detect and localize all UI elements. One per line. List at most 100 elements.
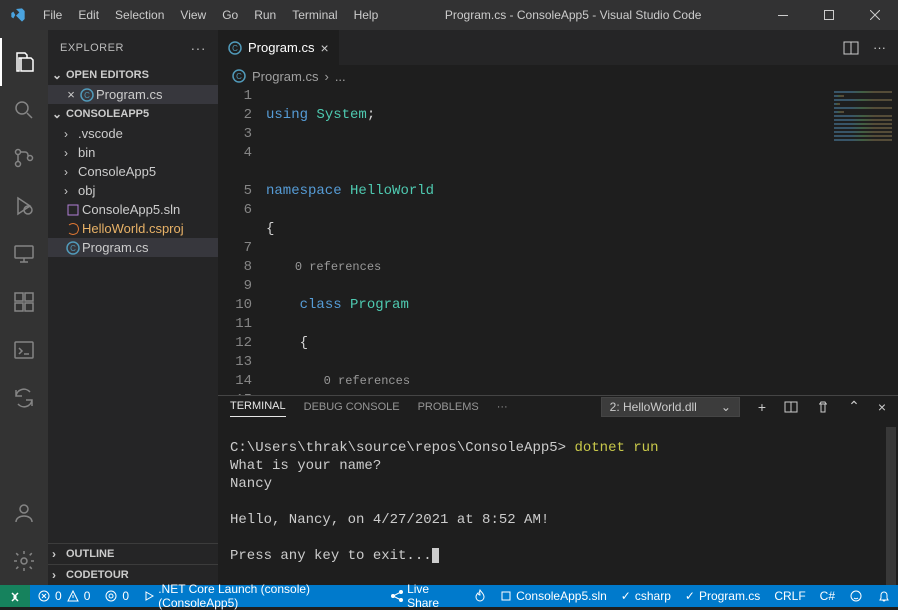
explorer-icon[interactable] (0, 38, 48, 86)
folder-vscode[interactable]: ›.vscode (48, 124, 218, 143)
tab-more[interactable]: ··· (497, 397, 508, 417)
close-panel-icon[interactable]: × (878, 399, 886, 415)
remote-indicator[interactable] (0, 585, 30, 607)
status-feedback-icon[interactable] (842, 585, 870, 607)
explorer-sidebar: EXPLORER ··· ⌄ OPEN EDITORS × C Program.… (48, 30, 218, 585)
minimap[interactable] (828, 87, 898, 395)
sync-icon[interactable] (0, 374, 48, 422)
codelens[interactable]: 0 references (324, 374, 410, 388)
tab-terminal[interactable]: TERMINAL (230, 396, 286, 417)
chevron-down-icon: ⌄ (52, 68, 66, 82)
close-icon[interactable]: × (64, 87, 78, 102)
menu-terminal[interactable]: Terminal (284, 8, 345, 22)
status-solution[interactable]: ConsoleApp5.sln (493, 585, 614, 607)
tab-debug-console[interactable]: DEBUG CONSOLE (304, 397, 400, 417)
open-editor-item[interactable]: × C Program.cs (48, 85, 218, 104)
status-live-share[interactable]: Live Share (383, 585, 467, 607)
csharp-file-icon: C (228, 41, 242, 55)
project-label: CONSOLEAPP5 (66, 108, 149, 120)
outline-label: OUTLINE (66, 548, 114, 560)
status-ports[interactable]: 0 (97, 585, 136, 607)
menu-run[interactable]: Run (246, 8, 284, 22)
account-icon[interactable] (0, 489, 48, 537)
open-editors-label: OPEN EDITORS (66, 69, 149, 81)
tree-label: obj (78, 183, 95, 198)
minimize-button[interactable] (760, 0, 806, 30)
tab-program-cs[interactable]: C Program.cs × (218, 30, 340, 65)
csharp-file-icon: C (64, 241, 82, 255)
chevron-down-icon: ⌄ (52, 107, 66, 121)
tab-problems[interactable]: PROBLEMS (418, 397, 479, 417)
terminal-selector[interactable]: 2: HelloWorld.dll⌄ (601, 397, 740, 417)
folder-obj[interactable]: ›obj (48, 181, 218, 200)
close-icon[interactable]: × (320, 40, 328, 56)
code-content[interactable]: using System; namespace HelloWorld { 0 r… (266, 87, 898, 395)
svg-text:C: C (232, 44, 238, 53)
outline-header[interactable]: ›OUTLINE (48, 543, 218, 564)
source-control-icon[interactable] (0, 134, 48, 182)
status-eol[interactable]: CRLF (767, 585, 812, 607)
extensions-icon[interactable] (0, 278, 48, 326)
terminal-output[interactable]: C:\Users\thrak\source\repos\ConsoleApp5>… (218, 417, 898, 585)
folder-bin[interactable]: ›bin (48, 143, 218, 162)
tree-label: ConsoleApp5.sln (82, 202, 180, 217)
editor-area: C Program.cs × ··· C Program.cs › ... 12… (218, 30, 898, 585)
chevron-right-icon: › (64, 146, 78, 160)
status-language[interactable]: C# (813, 585, 842, 607)
file-csproj[interactable]: HelloWorld.csproj (48, 219, 218, 238)
svg-text:C: C (236, 72, 242, 81)
terminal-line: Press any key to exit... (230, 548, 432, 564)
project-header[interactable]: ⌄ CONSOLEAPP5 (48, 104, 218, 124)
close-button[interactable] (852, 0, 898, 30)
menu-help[interactable]: Help (346, 8, 387, 22)
terminal-cursor (432, 548, 439, 563)
tree-label: Program.cs (82, 240, 148, 255)
new-terminal-icon[interactable]: + (758, 399, 766, 415)
menu-edit[interactable]: Edit (70, 8, 107, 22)
open-editors-header[interactable]: ⌄ OPEN EDITORS (48, 65, 218, 85)
breadcrumb-sep: › (324, 69, 328, 84)
terminal-command: dotnet run (574, 440, 658, 456)
split-terminal-icon[interactable] (784, 400, 798, 414)
menu-go[interactable]: Go (214, 8, 246, 22)
sidebar-more-icon[interactable]: ··· (191, 40, 207, 56)
remote-explorer-icon[interactable] (0, 230, 48, 278)
file-sln[interactable]: ConsoleApp5.sln (48, 200, 218, 219)
csharp-file-icon: C (232, 69, 246, 83)
menu-file[interactable]: File (35, 8, 70, 22)
chevron-right-icon: › (52, 547, 66, 561)
status-lang-server[interactable]: ✓ csharp (614, 585, 678, 607)
run-debug-icon[interactable] (0, 182, 48, 230)
file-program-cs[interactable]: C Program.cs (48, 238, 218, 257)
maximize-panel-icon[interactable]: ⌃ (848, 398, 860, 415)
sln-file-icon (64, 203, 82, 217)
status-errors[interactable]: 00 (30, 585, 97, 607)
scrollbar[interactable] (886, 427, 896, 585)
codelens[interactable]: 0 references (295, 260, 381, 274)
search-icon[interactable] (0, 86, 48, 134)
status-flame[interactable] (467, 585, 493, 607)
terminal-panel-icon[interactable] (0, 326, 48, 374)
status-file[interactable]: ✓ Program.cs (678, 585, 767, 607)
split-editor-icon[interactable] (843, 40, 859, 56)
settings-gear-icon[interactable] (0, 537, 48, 585)
status-launch-config[interactable]: .NET Core Launch (console) (ConsoleApp5) (136, 585, 383, 607)
csharp-file-icon: C (78, 88, 96, 102)
maximize-button[interactable] (806, 0, 852, 30)
trash-icon[interactable] (816, 400, 830, 414)
terminal-line: Nancy (230, 476, 272, 492)
breadcrumb-file: Program.cs (252, 69, 318, 84)
menu-selection[interactable]: Selection (107, 8, 172, 22)
breadcrumb[interactable]: C Program.cs › ... (218, 65, 898, 87)
code-editor[interactable]: 123456789101112131415 using System; name… (218, 87, 898, 395)
svg-text:C: C (84, 91, 90, 100)
menu-view[interactable]: View (172, 8, 214, 22)
svg-text:C: C (70, 244, 76, 253)
editor-tabs: C Program.cs × ··· (218, 30, 898, 65)
more-icon[interactable]: ··· (873, 40, 886, 55)
menu-bar: File Edit Selection View Go Run Terminal… (35, 8, 386, 22)
chevron-right-icon: › (64, 184, 78, 198)
tree-label: ConsoleApp5 (78, 164, 156, 179)
status-bell-icon[interactable] (870, 585, 898, 607)
folder-consoleapp5[interactable]: ›ConsoleApp5 (48, 162, 218, 181)
